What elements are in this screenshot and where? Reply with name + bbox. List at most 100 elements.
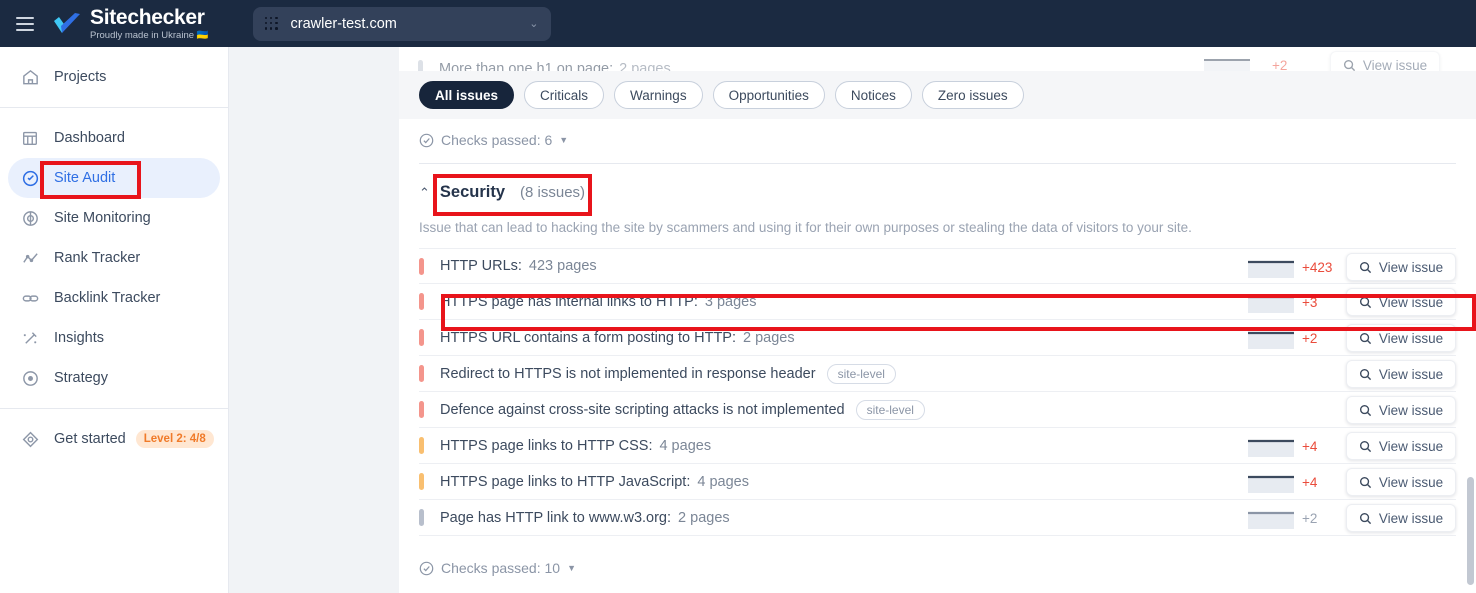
sidebar-item-site-audit[interactable]: Site Audit xyxy=(8,158,220,198)
dashboard-icon xyxy=(20,128,40,148)
filter-tab-all-issues[interactable]: All issues xyxy=(419,81,515,109)
filter-tab-criticals[interactable]: Criticals xyxy=(524,81,605,109)
checks-passed-label: Checks passed: 6 xyxy=(441,132,553,148)
filter-tab-zero-issues[interactable]: Zero issues xyxy=(921,81,1024,109)
strategy-icon xyxy=(20,368,40,388)
scrollbar-thumb[interactable] xyxy=(1467,477,1474,585)
search-icon xyxy=(1359,404,1371,416)
backlink-tracker-icon xyxy=(20,288,40,308)
search-icon xyxy=(1359,368,1371,380)
content-scrollbar[interactable] xyxy=(1467,97,1474,587)
sidebar-item-label: Site Audit xyxy=(54,170,116,186)
issue-delta: +423 xyxy=(1302,259,1333,275)
check-circle-icon xyxy=(419,133,434,147)
issue-count: 4 pages xyxy=(697,473,749,490)
sidebar-item-projects[interactable]: Projects xyxy=(8,57,220,97)
issue-delta: +3 xyxy=(1302,294,1318,310)
row-actions: +4 View issue xyxy=(1248,428,1456,464)
view-issue-button[interactable]: View issue xyxy=(1346,468,1456,496)
section-divider xyxy=(419,163,1456,164)
issue-filter-bar: All issues Criticals Warnings Opportunit… xyxy=(399,71,1476,119)
brand-tagline: Proudly made in Ukraine 🇺🇦 xyxy=(90,29,209,41)
table-row[interactable]: HTTP URLs: 423 pages +423 View issue xyxy=(419,248,1456,284)
sidebar-divider-1 xyxy=(0,107,228,108)
severity-indicator xyxy=(419,365,424,382)
sidebar-divider-2 xyxy=(0,408,228,409)
row-actions: View issue xyxy=(1248,392,1456,428)
security-section-header[interactable]: ⌃ Security (8 issues) xyxy=(419,183,585,202)
filter-tab-notices[interactable]: Notices xyxy=(834,81,912,109)
issue-label: Redirect to HTTPS is not implemented in … xyxy=(440,365,816,382)
table-row[interactable]: HTTPS URL contains a form posting to HTT… xyxy=(419,320,1456,356)
sidebar-item-strategy[interactable]: Strategy xyxy=(8,358,220,398)
view-issue-label: View issue xyxy=(1378,259,1444,275)
section-issue-count: (8 issues) xyxy=(520,184,586,201)
view-issue-button[interactable]: View issue xyxy=(1346,253,1456,281)
issue-count: 4 pages xyxy=(659,437,712,454)
chevron-up-icon: ⌃ xyxy=(419,185,430,200)
sidebar-item-backlink-tracker[interactable]: Backlink Tracker xyxy=(8,278,220,318)
sidebar-item-insights[interactable]: Insights xyxy=(8,318,220,358)
issue-count: 2 pages xyxy=(743,329,795,346)
view-issue-label: View issue xyxy=(1378,402,1444,418)
brand-logo-group[interactable]: Sitechecker Proudly made in Ukraine 🇺🇦 xyxy=(52,7,209,41)
view-issue-label: View issue xyxy=(1378,474,1444,490)
sparkline-chart xyxy=(1248,260,1294,278)
chevron-down-icon: ▼ xyxy=(559,135,569,145)
table-row[interactable]: HTTPS page links to HTTP CSS: 4 pages +4… xyxy=(419,428,1456,464)
issue-count: 423 pages xyxy=(528,258,597,274)
issue-label: HTTP URLs: xyxy=(440,258,522,274)
table-row[interactable]: Defence against cross-site scripting att… xyxy=(419,392,1456,428)
view-issue-button[interactable]: View issue xyxy=(1346,360,1456,388)
status-badge: site-level xyxy=(855,399,925,420)
sidebar-item-label: Insights xyxy=(54,330,104,346)
sidebar-item-get-started[interactable]: Get started Level 2: 4/8 xyxy=(8,419,220,459)
sidebar-item-dashboard[interactable]: Dashboard xyxy=(8,118,220,158)
view-issue-button[interactable]: View issue xyxy=(1346,396,1456,424)
issue-count: 2 pages xyxy=(678,509,730,526)
table-row[interactable]: HTTPS page links to HTTP JavaScript: 4 p… xyxy=(419,464,1456,500)
search-icon xyxy=(1359,296,1371,308)
search-icon xyxy=(1359,332,1371,344)
filter-tab-opportunities[interactable]: Opportunities xyxy=(712,81,825,109)
issue-label: HTTPS page links to HTTP CSS: xyxy=(440,437,653,454)
checks-passed-label: Checks passed: 10 xyxy=(441,560,561,576)
row-actions: +3 View issue xyxy=(1248,284,1456,320)
severity-indicator xyxy=(419,473,424,490)
row-actions: +2 View issue xyxy=(1248,500,1456,536)
insights-icon xyxy=(20,328,40,348)
level-badge: Level 2: 4/8 xyxy=(135,430,214,448)
row-actions: +2 View issue xyxy=(1248,320,1456,356)
hamburger-menu-icon[interactable] xyxy=(16,16,34,31)
table-row[interactable]: Redirect to HTTPS is not implemented in … xyxy=(419,356,1456,392)
sidebar-item-label: Projects xyxy=(54,69,107,85)
section-description: Issue that can lead to hacking the site … xyxy=(419,220,1192,235)
get-started-icon xyxy=(20,429,40,449)
row-actions: +423 View issue xyxy=(1248,249,1456,285)
severity-indicator xyxy=(419,509,424,526)
issue-label: HTTPS page links to HTTP JavaScript: xyxy=(440,473,691,490)
view-issue-button[interactable]: View issue xyxy=(1346,432,1456,460)
sidebar-item-label: Rank Tracker xyxy=(54,250,141,266)
view-issue-label: View issue xyxy=(1378,510,1444,526)
filter-tab-warnings[interactable]: Warnings xyxy=(614,81,703,109)
issue-label: HTTPS page has internal links to HTTP: xyxy=(440,293,698,310)
sparkline-chart xyxy=(1248,439,1294,457)
sidebar-item-site-monitoring[interactable]: Site Monitoring xyxy=(8,198,220,238)
site-selector[interactable]: crawler-test.com ⌄ xyxy=(252,6,551,41)
sidebar-item-rank-tracker[interactable]: Rank Tracker xyxy=(8,238,220,278)
site-selector-value: crawler-test.com xyxy=(290,15,397,32)
sitechecker-checkmark-icon xyxy=(54,12,80,33)
table-row[interactable]: Page has HTTP link to www.w3.org: 2 page… xyxy=(419,500,1456,536)
issue-delta: +4 xyxy=(1302,474,1318,490)
main-content: More than one h1 on page: 2 pages +2 Vie… xyxy=(399,47,1476,593)
checks-passed-bottom[interactable]: Checks passed: 10 ▼ xyxy=(419,560,576,576)
severity-indicator xyxy=(419,329,424,346)
view-issue-button[interactable]: View issue xyxy=(1346,504,1456,532)
view-issue-button[interactable]: View issue xyxy=(1346,288,1456,316)
view-issue-button[interactable]: View issue xyxy=(1346,324,1456,352)
table-row[interactable]: HTTPS page has internal links to HTTP: 3… xyxy=(419,284,1456,320)
checks-passed-top[interactable]: Checks passed: 6 ▼ xyxy=(419,132,568,148)
content-gutter xyxy=(229,47,399,593)
severity-indicator xyxy=(419,401,424,418)
